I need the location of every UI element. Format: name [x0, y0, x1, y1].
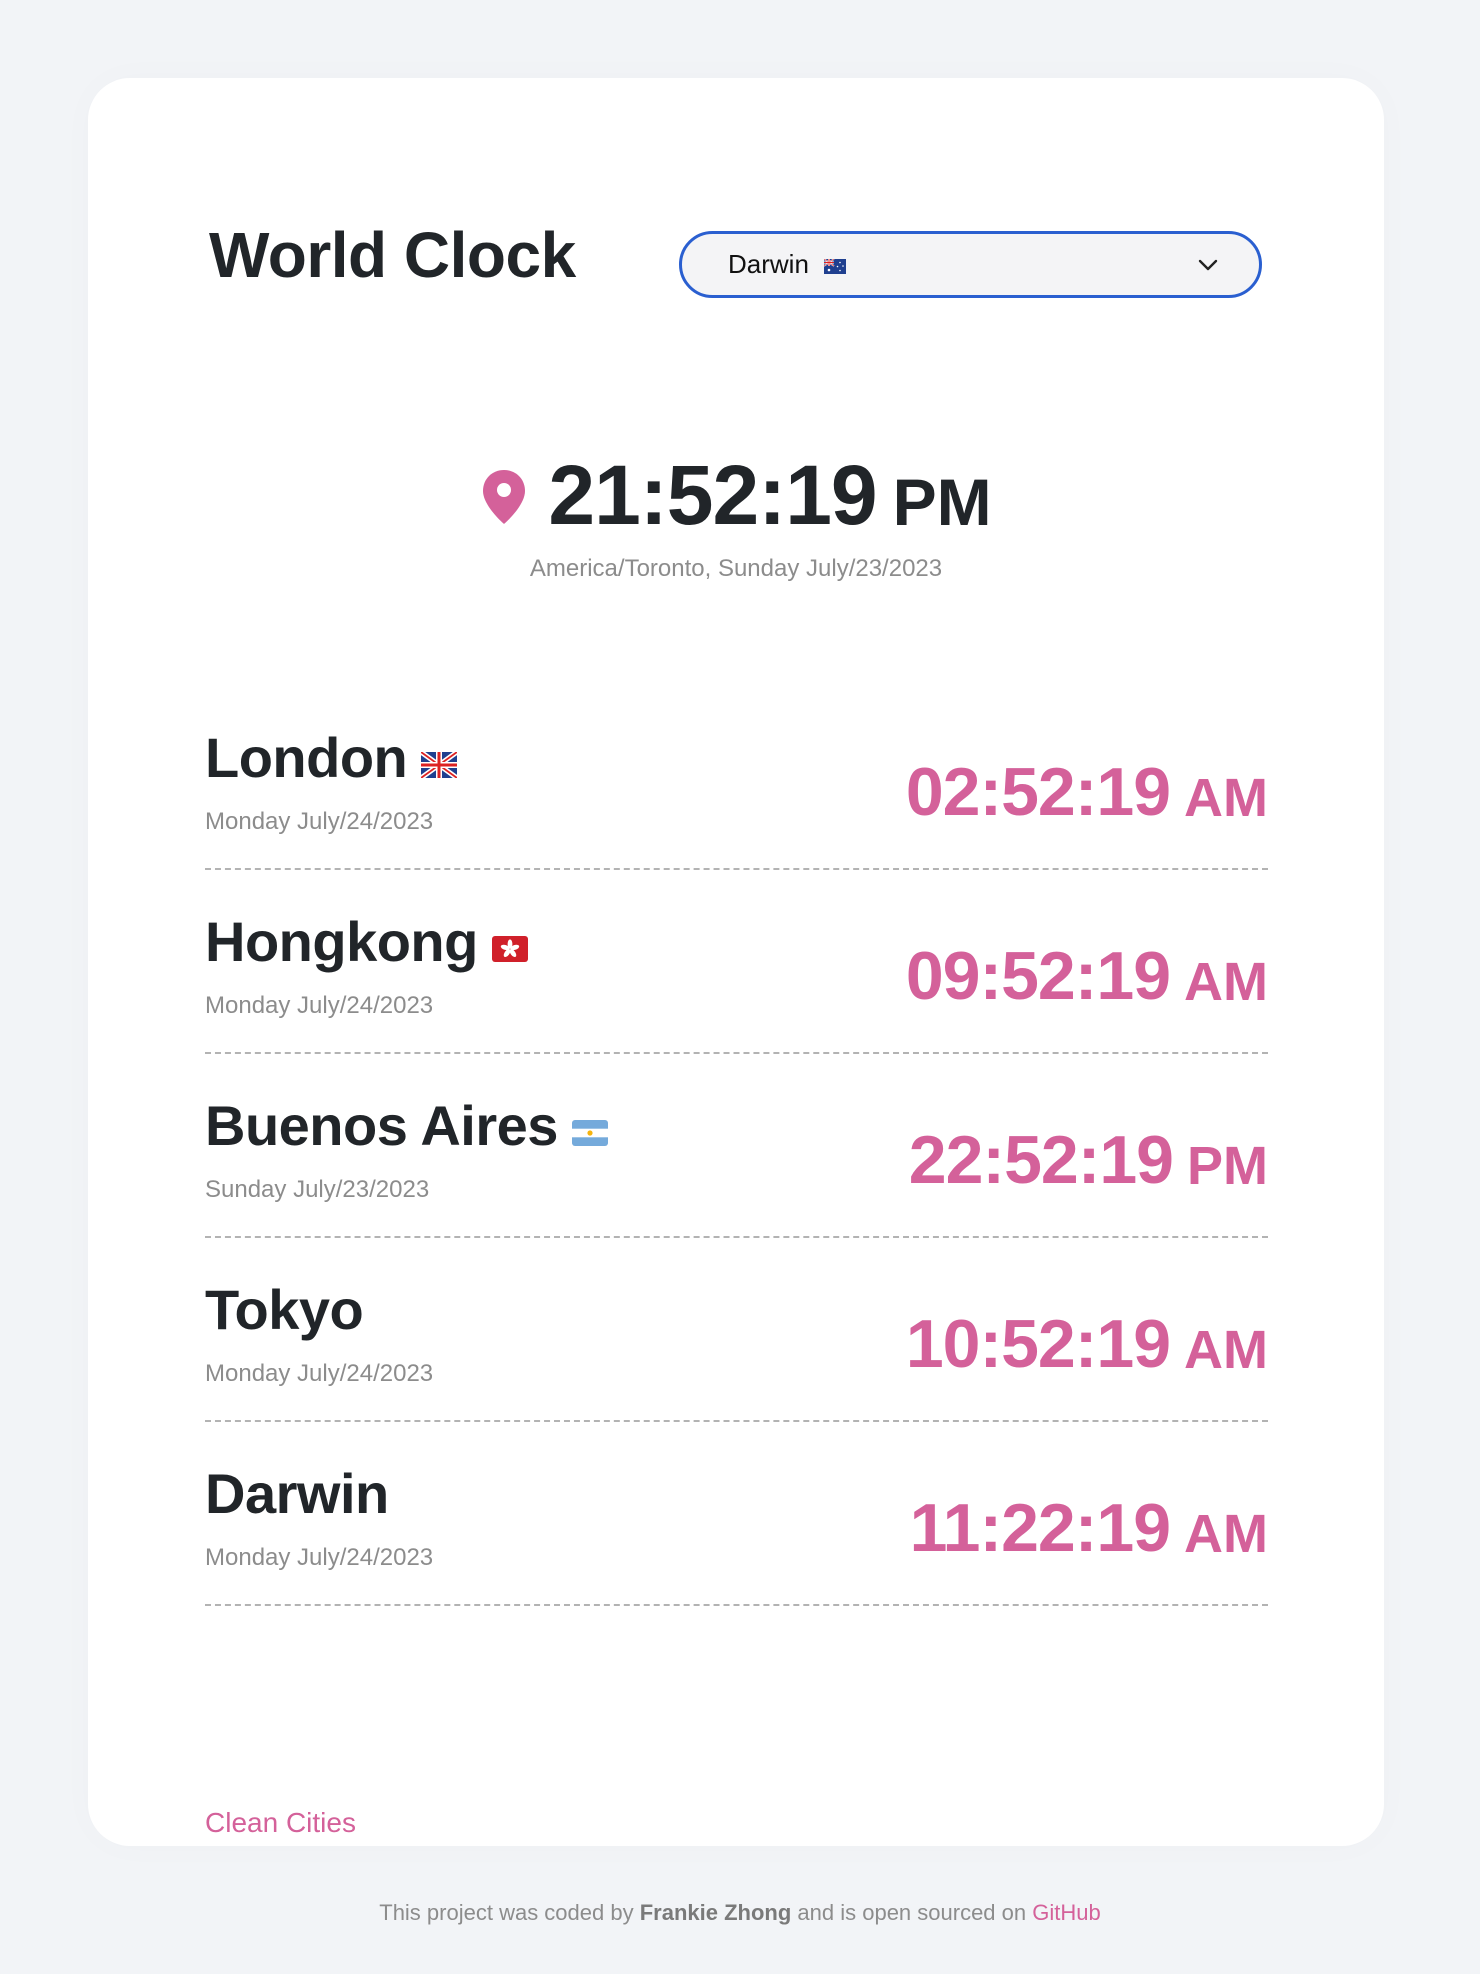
city-select-value: Darwin [728, 249, 1197, 280]
footer-prefix: This project was coded by [379, 1900, 634, 1925]
current-location-clock: 21:52:19 PM America/Toronto, Sunday July… [88, 453, 1384, 583]
city-row-hongkong: Hongkong Monday July/24/2023 09:52:19 AM [205, 870, 1268, 1054]
city-row-buenos-aires: Buenos Aires Sunday July/23/2023 22:52:1… [205, 1054, 1268, 1238]
city-name: Tokyo [205, 1278, 364, 1341]
location-pin-icon [483, 470, 526, 524]
city-date: Sunday July/23/2023 [205, 1176, 430, 1203]
city-date: Monday July/24/2023 [205, 1360, 434, 1387]
city-time: 10:52:19 [905, 1306, 1171, 1382]
city-row-darwin: Darwin Monday July/24/2023 11:22:19 AM [205, 1422, 1268, 1606]
city-row-tokyo: Tokyo Monday July/24/2023 10:52:19 AM [205, 1238, 1268, 1422]
current-time: 21:52:19 [548, 448, 877, 542]
city-row-london: London Monday July/24/2023 02:52:19 AM [205, 686, 1268, 870]
city-time: 09:52:19 [905, 938, 1171, 1014]
github-link[interactable]: GitHub [1032, 1900, 1100, 1925]
city-date: Monday July/24/2023 [205, 1544, 434, 1571]
world-clock-card: World Clock Darwin 21:52:19 PM America/T… [88, 78, 1384, 1846]
app-title: World Clock [209, 219, 576, 291]
current-timezone-date: America/Toronto, Sunday July/23/2023 [529, 555, 943, 582]
city-select-label: Darwin [728, 249, 809, 279]
city-time: 02:52:19 [905, 754, 1171, 830]
footer-middle: and is open sourced on [797, 1900, 1027, 1925]
city-ampm: AM [1184, 952, 1268, 1012]
flag-hk-icon [491, 936, 528, 962]
city-time: 11:22:19 [909, 1490, 1171, 1566]
city-name: Buenos Aires [205, 1094, 558, 1157]
city-ampm: AM [1184, 1320, 1268, 1380]
flag-uk-icon [421, 752, 458, 778]
current-ampm: PM [892, 465, 992, 539]
flag-au-icon [824, 259, 847, 274]
city-date: Monday July/24/2023 [205, 992, 434, 1019]
city-ampm: AM [1184, 1504, 1268, 1564]
city-list: London Monday July/24/2023 02:52:19 AM H… [205, 686, 1268, 1606]
city-time: 22:52:19 [908, 1122, 1174, 1198]
city-name: London [205, 726, 408, 789]
flag-ar-icon [571, 1120, 608, 1146]
clean-cities-link[interactable]: Clean Cities [205, 1809, 356, 1837]
footer-author: Frankie Zhong [639, 1900, 792, 1925]
city-select-dropdown[interactable]: Darwin [679, 231, 1262, 298]
city-date: Monday July/24/2023 [205, 808, 434, 835]
city-ampm: AM [1184, 768, 1268, 828]
city-ampm: PM [1187, 1136, 1268, 1196]
city-name: Darwin [205, 1462, 389, 1525]
footer: This project was coded by Frankie Zhong … [0, 1902, 1480, 1924]
city-name: Hongkong [205, 910, 478, 973]
chevron-down-icon [1198, 259, 1218, 270]
